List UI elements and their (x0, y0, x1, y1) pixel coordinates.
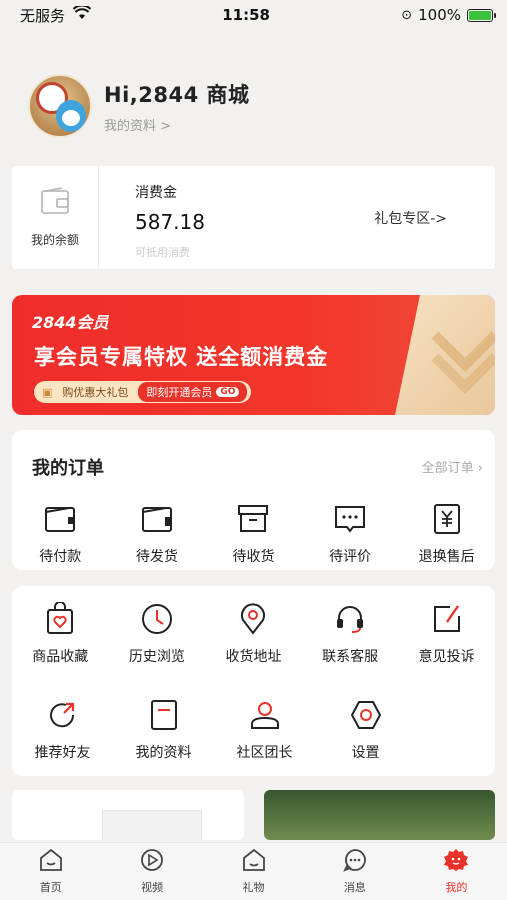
service-support[interactable]: 联系客服 (302, 602, 399, 666)
tab-label: 视频 (141, 881, 164, 894)
order-label: 待付款 (39, 549, 82, 565)
service-refer-friend[interactable]: 推荐好友 (12, 698, 113, 762)
vip-pill[interactable]: ▣ 购优惠大礼包 即刻开通会员 GO (34, 381, 252, 403)
order-pending-payment[interactable]: 待付款 (12, 502, 109, 566)
service-address[interactable]: 收货地址 (205, 602, 302, 666)
order-pending-shipment[interactable]: 待发货 (109, 502, 206, 566)
vip-headline: 享会员专属特权 送全额消费金 (34, 345, 329, 369)
yen-icon (430, 502, 464, 536)
vip-banner[interactable]: 2844会员 享会员专属特权 送全额消费金 ▣ 购优惠大礼包 即刻开通会员 GO (12, 295, 495, 415)
message-icon (342, 848, 368, 876)
profile-icon (443, 848, 469, 876)
tab-label: 首页 (39, 881, 62, 894)
balance-label: 我的余额 (30, 233, 79, 247)
play-icon (139, 848, 165, 876)
product-card[interactable] (12, 790, 244, 840)
service-community-leader[interactable]: 社区团长 (214, 698, 315, 762)
all-orders-link[interactable]: 全部订单 › (422, 457, 483, 476)
order-label: 待评价 (329, 549, 372, 565)
location-icon (236, 602, 270, 636)
profile-link[interactable]: 我的资料 > (104, 115, 250, 134)
gift-icon (241, 848, 267, 876)
balance-button[interactable]: 我的余额 (12, 166, 99, 269)
service-settings[interactable]: 设置 (315, 698, 416, 762)
service-label: 历史浏览 (128, 649, 185, 665)
wallet-card: 我的余额 消费金 587.18 可抵用消费 礼包专区-> (12, 166, 495, 269)
gift-icon: ▣ (42, 385, 53, 399)
service-label: 收货地址 (225, 649, 282, 665)
vip-gift-label: 购优惠大礼包 (62, 386, 129, 399)
user-icon (248, 698, 282, 732)
package-icon (236, 502, 270, 536)
order-pending-receipt[interactable]: 待收货 (205, 502, 302, 566)
tab-gift[interactable]: 礼物 (203, 843, 304, 900)
vip-cta-button[interactable]: 即刻开通会员 GO (138, 382, 248, 402)
gift-zone-link[interactable]: 礼包专区-> (374, 208, 447, 228)
tab-label: 我的 (445, 881, 468, 894)
edit-icon (430, 602, 464, 636)
share-icon (46, 698, 80, 732)
service-favorites[interactable]: 商品收藏 (12, 601, 109, 666)
carrier-label: 无服务 (20, 6, 66, 25)
product-strip (12, 790, 495, 840)
settings-icon (349, 698, 383, 732)
clock-icon (140, 602, 174, 636)
service-label: 联系客服 (322, 649, 379, 665)
credit-subtitle: 可抵用消费 (135, 246, 190, 259)
go-badge: GO (216, 387, 240, 397)
tab-messages[interactable]: 消息 (304, 843, 405, 900)
orders-title: 我的订单 (32, 458, 104, 479)
service-history[interactable]: 历史浏览 (109, 602, 206, 666)
wallet-icon (40, 187, 70, 219)
credit-title: 消费金 (135, 185, 177, 201)
service-label: 商品收藏 (32, 649, 89, 665)
home-icon (38, 848, 64, 876)
product-card[interactable] (263, 790, 495, 840)
order-label: 待发货 (135, 549, 178, 565)
heart-bag-icon (43, 601, 77, 636)
profile-name: Hi,2844 商城 (104, 82, 250, 107)
comment-icon (333, 502, 367, 536)
tab-profile[interactable]: 我的 (406, 843, 507, 900)
tab-label: 消息 (343, 881, 366, 894)
battery-icon (467, 8, 496, 22)
clock-time: 11:58 (222, 6, 270, 24)
service-label: 设置 (351, 745, 380, 761)
document-icon (147, 698, 181, 732)
orders-card: 我的订单 全部订单 › 待付款 待发货 待收货 待评价 退换售后 (12, 430, 495, 570)
tab-home[interactable]: 首页 (0, 843, 101, 900)
tab-label: 礼物 (242, 881, 265, 894)
vip-decoration (395, 295, 495, 415)
vip-brand: 2844会员 (32, 313, 109, 332)
wallet-icon (43, 502, 77, 536)
status-bar: 无服务 11:58 ⊙ 100% (0, 0, 507, 30)
headset-icon (333, 602, 367, 636)
service-label: 推荐好友 (34, 745, 91, 761)
box-icon (140, 502, 174, 536)
service-label: 我的资料 (135, 745, 192, 761)
service-label: 社区团长 (236, 745, 293, 761)
battery-percent: 100% (418, 6, 461, 24)
tab-bar: 首页 视频 礼物 消息 我的 (0, 842, 507, 900)
service-feedback[interactable]: 意见投诉 (398, 602, 495, 666)
order-after-sales[interactable]: 退换售后 (398, 502, 495, 566)
wifi-icon (72, 4, 92, 24)
profile-header[interactable]: Hi,2844 商城 我的资料 > (28, 74, 250, 138)
tab-video[interactable]: 视频 (101, 843, 202, 900)
order-label: 退换售后 (418, 549, 475, 565)
order-label: 待收货 (232, 549, 275, 565)
orientation-lock-icon: ⊙ (401, 7, 413, 23)
service-my-profile[interactable]: 我的资料 (113, 698, 214, 762)
order-pending-review[interactable]: 待评价 (302, 502, 399, 566)
services-card: 商品收藏 历史浏览 收货地址 联系客服 意见投诉 推荐好友 我的资料 社区团长 … (12, 586, 495, 776)
avatar[interactable] (28, 74, 92, 138)
vip-cta-label: 即刻开通会员 (146, 386, 213, 399)
service-label: 意见投诉 (418, 649, 475, 665)
